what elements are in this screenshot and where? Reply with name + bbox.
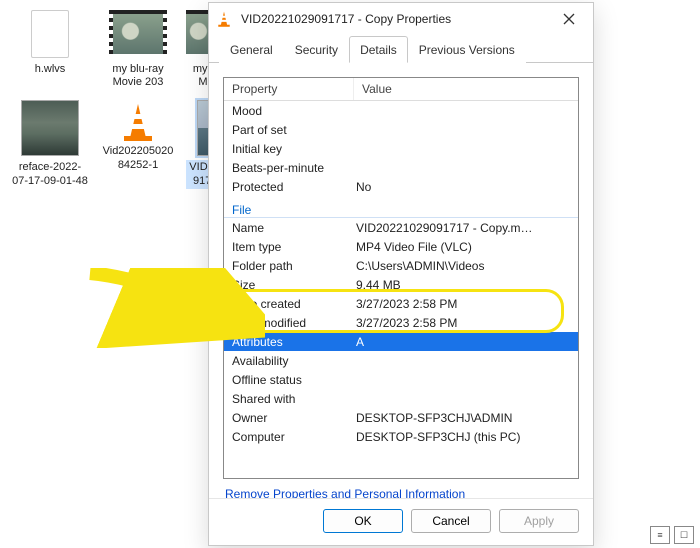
property-value: No	[354, 180, 578, 194]
properties-dialog: VID20221029091717 - Copy Properties Gene…	[208, 2, 594, 546]
tab-security[interactable]: Security	[284, 36, 349, 63]
file-label: Vid20220502084252-1	[98, 144, 178, 172]
property-row[interactable]: ProtectedNo	[224, 177, 578, 196]
view-list-icon[interactable]: ≡	[650, 526, 670, 544]
property-name: Attributes	[224, 335, 354, 349]
property-name: Owner	[224, 411, 354, 425]
property-value: 3/27/2023 2:58 PM	[354, 316, 578, 330]
view-details-icon[interactable]: ☐	[674, 526, 694, 544]
property-name: Protected	[224, 180, 354, 194]
property-row[interactable]: Folder pathC:\Users\ADMIN\Videos	[224, 256, 578, 275]
property-row[interactable]: Initial key	[224, 139, 578, 158]
tab-strip: General Security Details Previous Versio…	[209, 35, 593, 63]
property-value: C:\Users\ADMIN\Videos	[354, 259, 578, 273]
property-row[interactable]: Shared with	[224, 389, 578, 408]
property-name: Folder path	[224, 259, 354, 273]
property-value: 3/27/2023 2:58 PM	[354, 297, 578, 311]
property-row[interactable]: Part of set	[224, 120, 578, 139]
file-label: reface-2022-07-17-09-01-48	[10, 160, 90, 188]
film-icon	[109, 10, 167, 58]
property-name: Offline status	[224, 373, 354, 387]
property-name: Size	[224, 278, 354, 292]
property-row[interactable]: Availability	[224, 351, 578, 370]
dialog-content: Property Value Mood Part of set Initial ke…	[209, 63, 593, 498]
column-value[interactable]: Value	[354, 78, 578, 100]
list-header: Property Value	[224, 78, 578, 101]
property-name: Beats-per-minute	[224, 161, 354, 175]
close-button[interactable]	[551, 5, 587, 33]
property-value: DESKTOP-SFP3CHJ\ADMIN	[354, 411, 578, 425]
section-label: File	[224, 199, 354, 217]
titlebar[interactable]: VID20221029091717 - Copy Properties	[209, 3, 593, 35]
property-value: 9.44 MB	[354, 278, 578, 292]
cancel-button[interactable]: Cancel	[411, 509, 491, 533]
ok-button[interactable]: OK	[323, 509, 403, 533]
dialog-title: VID20221029091717 - Copy Properties	[241, 12, 551, 26]
property-value: MP4 Video File (VLC)	[354, 240, 578, 254]
property-row[interactable]: AttributesA	[224, 332, 578, 351]
property-name: Mood	[224, 104, 354, 118]
details-list[interactable]: Property Value Mood Part of set Initial ke…	[223, 77, 579, 479]
file-item[interactable]: reface-2022-07-17-09-01-48	[10, 100, 90, 188]
property-name: Date modified	[224, 316, 354, 330]
property-name: Shared with	[224, 392, 354, 406]
property-row[interactable]: Date created3/27/2023 2:58 PM	[224, 294, 578, 313]
property-value: A	[354, 335, 578, 349]
tab-previous-versions[interactable]: Previous Versions	[408, 36, 526, 63]
property-name: Item type	[224, 240, 354, 254]
file-label: my blu-ray Movie 203	[98, 62, 178, 90]
vlc-cone-icon	[215, 10, 233, 28]
tab-general[interactable]: General	[219, 36, 284, 63]
photo-thumbnail	[21, 100, 79, 156]
close-icon	[563, 13, 575, 25]
tab-details[interactable]: Details	[349, 36, 408, 63]
column-property[interactable]: Property	[224, 78, 354, 100]
property-value: DESKTOP-SFP3CHJ (this PC)	[354, 430, 578, 444]
property-value: VID20221029091717 - Copy.m…	[354, 221, 578, 235]
file-label: h.wlvs	[33, 62, 68, 77]
property-row[interactable]: Item typeMP4 Video File (VLC)	[224, 237, 578, 256]
apply-button[interactable]: Apply	[499, 509, 579, 533]
property-row[interactable]: NameVID20221029091717 - Copy.m…	[224, 218, 578, 237]
remove-properties-link[interactable]: Remove Properties and Personal Informati…	[225, 487, 577, 498]
property-row[interactable]: Date modified3/27/2023 2:58 PM	[224, 313, 578, 332]
property-name: Date created	[224, 297, 354, 311]
property-row[interactable]: Beats-per-minute	[224, 158, 578, 177]
file-item[interactable]: my blu-ray Movie 203	[98, 10, 178, 90]
property-name: Initial key	[224, 142, 354, 156]
document-icon	[31, 10, 69, 58]
property-name: Computer	[224, 430, 354, 444]
view-mode-buttons: ≡ ☐	[650, 526, 694, 544]
property-row[interactable]: Mood	[224, 101, 578, 120]
file-item[interactable]: h.wlvs	[10, 10, 90, 90]
property-row[interactable]: ComputerDESKTOP-SFP3CHJ (this PC)	[224, 427, 578, 446]
vlc-cone-icon	[116, 100, 160, 144]
property-name: Name	[224, 221, 354, 235]
property-name: Availability	[224, 354, 354, 368]
property-row[interactable]: OwnerDESKTOP-SFP3CHJ\ADMIN	[224, 408, 578, 427]
section-header: File	[224, 196, 578, 218]
file-item[interactable]: Vid20220502084252-1	[98, 100, 178, 188]
property-row[interactable]: Offline status	[224, 370, 578, 389]
dialog-buttons: OK Cancel Apply	[209, 498, 593, 545]
property-row[interactable]: Size9.44 MB	[224, 275, 578, 294]
property-name: Part of set	[224, 123, 354, 137]
